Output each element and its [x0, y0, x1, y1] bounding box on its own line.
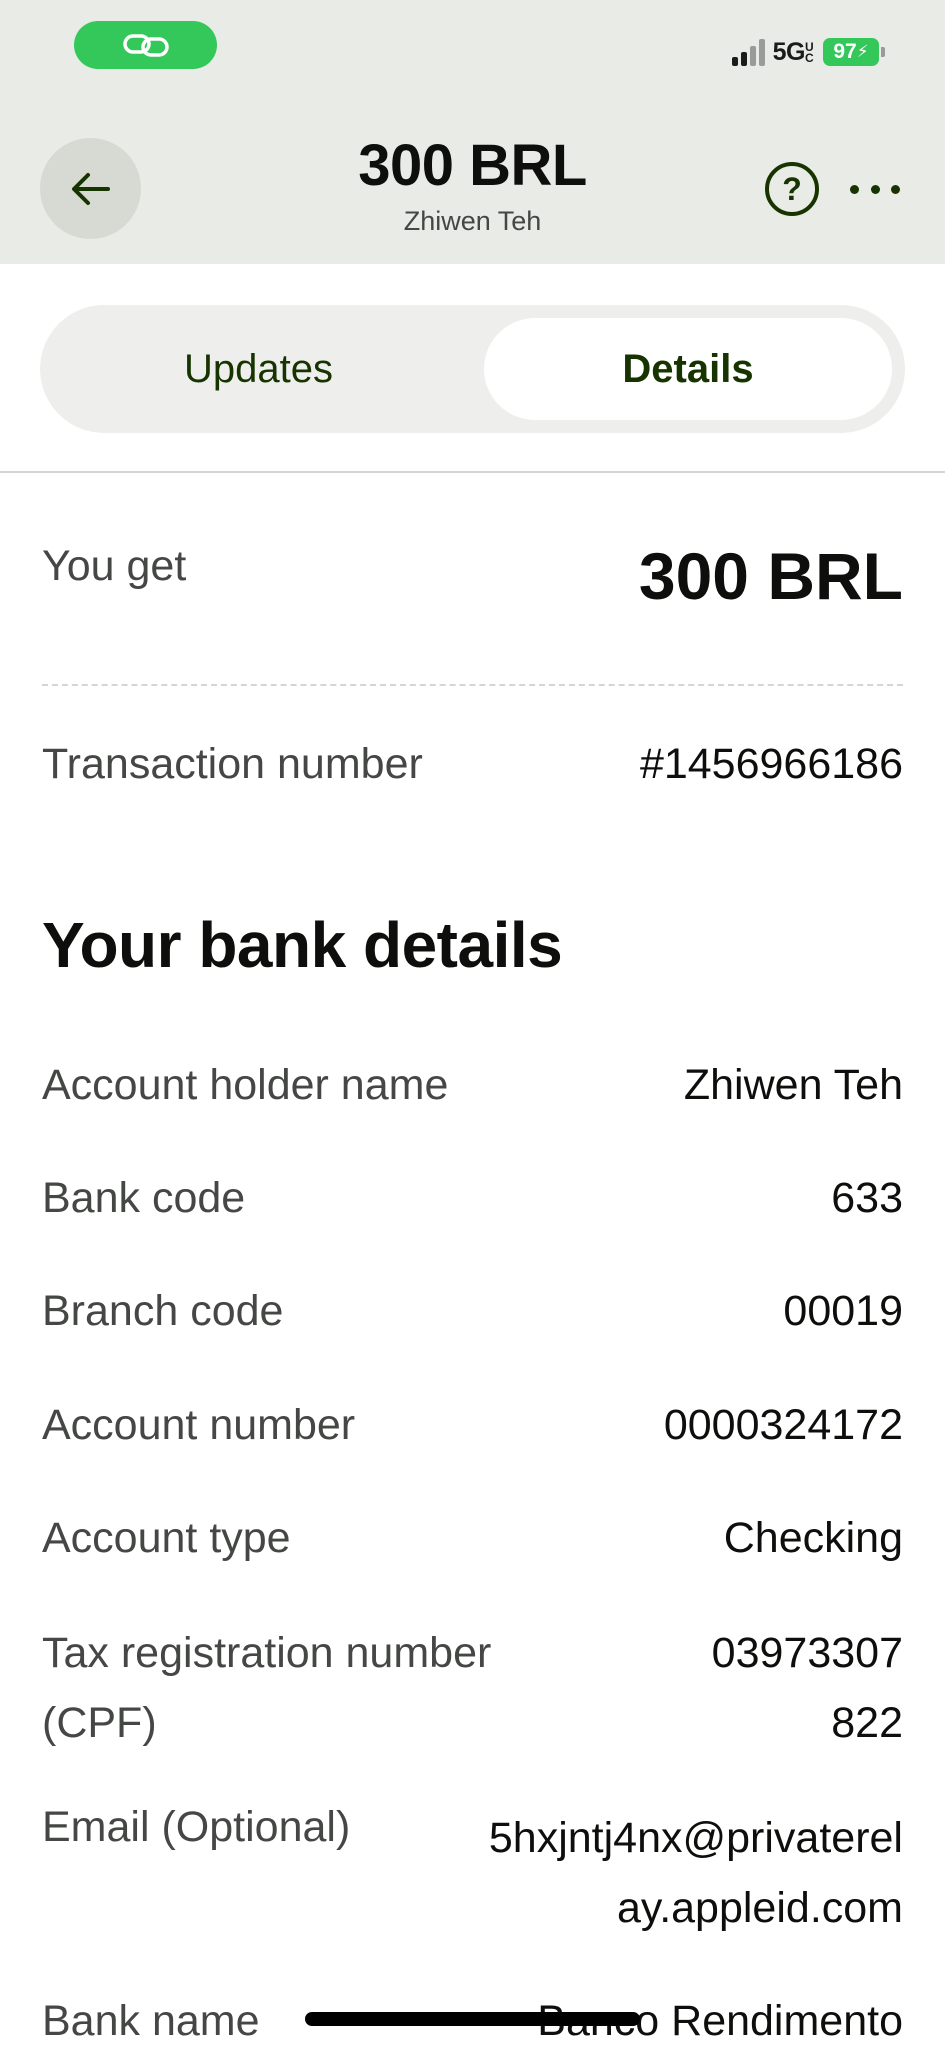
transaction-number-value: #1456966186: [639, 740, 903, 788]
ellipsis-icon: [850, 184, 859, 194]
tab-details[interactable]: Details: [484, 318, 892, 420]
bank-name-label: Bank name: [42, 1997, 260, 2045]
you-get-label: You get: [42, 542, 187, 590]
link-icon: [122, 34, 169, 57]
account-holder-value: Zhiwen Teh: [683, 1061, 903, 1109]
branch-code-label: Branch code: [42, 1287, 284, 1335]
tax-registration-value: 03973307 822: [711, 1629, 903, 1747]
account-type-label: Account type: [42, 1514, 291, 1562]
status-indicators: 5GUC 97 ⚡: [731, 37, 885, 66]
divider: [0, 471, 945, 473]
help-button[interactable]: ?: [765, 162, 819, 216]
bank-details-heading: Your bank details: [42, 909, 563, 981]
bank-code-value: 633: [831, 1174, 903, 1222]
tab-switcher: Updates Details: [40, 305, 905, 433]
transaction-number-label: Transaction number: [42, 740, 423, 788]
account-holder-label: Account holder name: [42, 1061, 449, 1109]
cellular-signal-icon: [731, 38, 765, 66]
network-type: 5GUC: [772, 37, 814, 66]
account-number-label: Account number: [42, 1401, 356, 1449]
tab-updates[interactable]: Updates: [53, 318, 464, 420]
account-type-value: Checking: [723, 1514, 903, 1562]
active-call-pill[interactable]: [74, 21, 217, 69]
account-number-value: 0000324172: [663, 1401, 903, 1449]
bank-code-label: Bank code: [42, 1174, 246, 1222]
more-options-button[interactable]: [850, 172, 900, 206]
email-label: Email (Optional): [42, 1803, 351, 1851]
branch-code-value: 00019: [783, 1287, 903, 1335]
email-value: 5hxjntj4nx@privaterel ay.appleid.com: [488, 1814, 903, 1932]
dashed-divider: [42, 684, 903, 686]
you-get-amount: 300 BRL: [638, 539, 903, 613]
tax-registration-label: Tax registration number (CPF): [42, 1629, 492, 1747]
home-indicator[interactable]: [305, 2012, 640, 2026]
question-circle-icon: ?: [782, 170, 802, 207]
battery-icon: 97 ⚡: [823, 38, 885, 66]
